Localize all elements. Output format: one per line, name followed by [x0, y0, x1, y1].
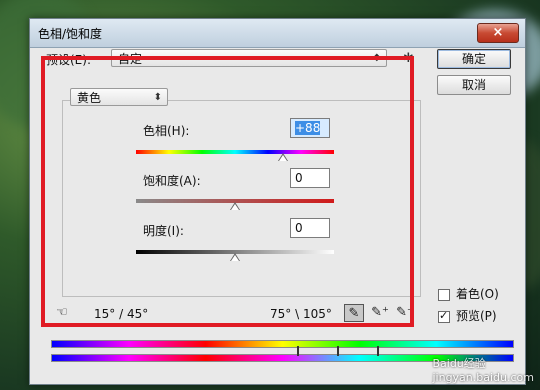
- preview-option[interactable]: 预览(P): [438, 307, 497, 324]
- saturation-value: 0: [295, 171, 303, 185]
- range-right-text: 75° \ 105°: [270, 307, 332, 321]
- ok-button[interactable]: 确定: [437, 49, 511, 69]
- lightness-label: 明度(I):: [143, 224, 184, 238]
- eyedropper-add-icon[interactable]: ✎⁺: [370, 304, 390, 322]
- colorize-label: 着色(O): [456, 287, 499, 301]
- hue-input[interactable]: +88: [290, 118, 330, 138]
- watermark-brand: Baidu经验: [432, 357, 486, 370]
- close-button[interactable]: ×: [477, 23, 519, 43]
- hue-saturation-dialog: 色相/饱和度 × 预设(E): 自定 ⬍ ✲ 确定 取消 黄色 ⬍ 色相(H):…: [29, 18, 526, 385]
- chevron-down-icon: ⬍: [372, 53, 381, 64]
- eyedropper-subtract-icon[interactable]: ✎⁻: [395, 304, 415, 322]
- range-marker[interactable]: [337, 346, 339, 356]
- range-marker[interactable]: [377, 346, 379, 356]
- preset-select[interactable]: 自定 ⬍: [111, 49, 387, 67]
- hand-scrubby-icon[interactable]: ☜: [52, 304, 72, 322]
- eyedropper-icon[interactable]: ✎: [344, 304, 364, 322]
- hue-slider-thumb[interactable]: [277, 153, 288, 161]
- watermark-url: jingyan.baidu.com: [432, 371, 534, 384]
- saturation-input[interactable]: 0: [290, 168, 330, 188]
- preset-label: 预设(E):: [46, 53, 91, 67]
- colorize-checkbox[interactable]: [438, 288, 450, 301]
- range-left-text: 15° / 45°: [94, 307, 149, 321]
- chevron-down-icon: ⬍: [153, 92, 162, 103]
- gear-icon[interactable]: ✲: [403, 51, 414, 66]
- lightness-value: 0: [295, 221, 303, 235]
- hue-label: 色相(H):: [143, 124, 190, 138]
- channel-select[interactable]: 黄色 ⬍: [70, 88, 168, 106]
- cancel-button[interactable]: 取消: [437, 75, 511, 95]
- preset-value: 自定: [118, 52, 143, 66]
- channel-value: 黄色: [77, 91, 102, 105]
- preview-label: 预览(P): [456, 309, 497, 323]
- close-icon: ×: [492, 25, 504, 40]
- hue-slider[interactable]: [136, 150, 334, 154]
- preview-checkbox[interactable]: [438, 309, 450, 323]
- lightness-input[interactable]: 0: [290, 218, 330, 238]
- hue-value: +88: [295, 121, 321, 135]
- watermark: Baidu经验 jingyan.baidu.com: [432, 355, 534, 384]
- colorize-option[interactable]: 着色(O): [438, 285, 499, 302]
- source-spectrum-bar: [51, 340, 514, 348]
- lightness-slider-thumb[interactable]: [230, 253, 240, 261]
- saturation-slider-thumb[interactable]: [230, 202, 240, 210]
- window-title: 色相/饱和度: [38, 27, 103, 41]
- title-bar: 色相/饱和度 ×: [30, 19, 525, 48]
- saturation-label: 饱和度(A):: [143, 174, 201, 188]
- range-marker[interactable]: [297, 346, 299, 356]
